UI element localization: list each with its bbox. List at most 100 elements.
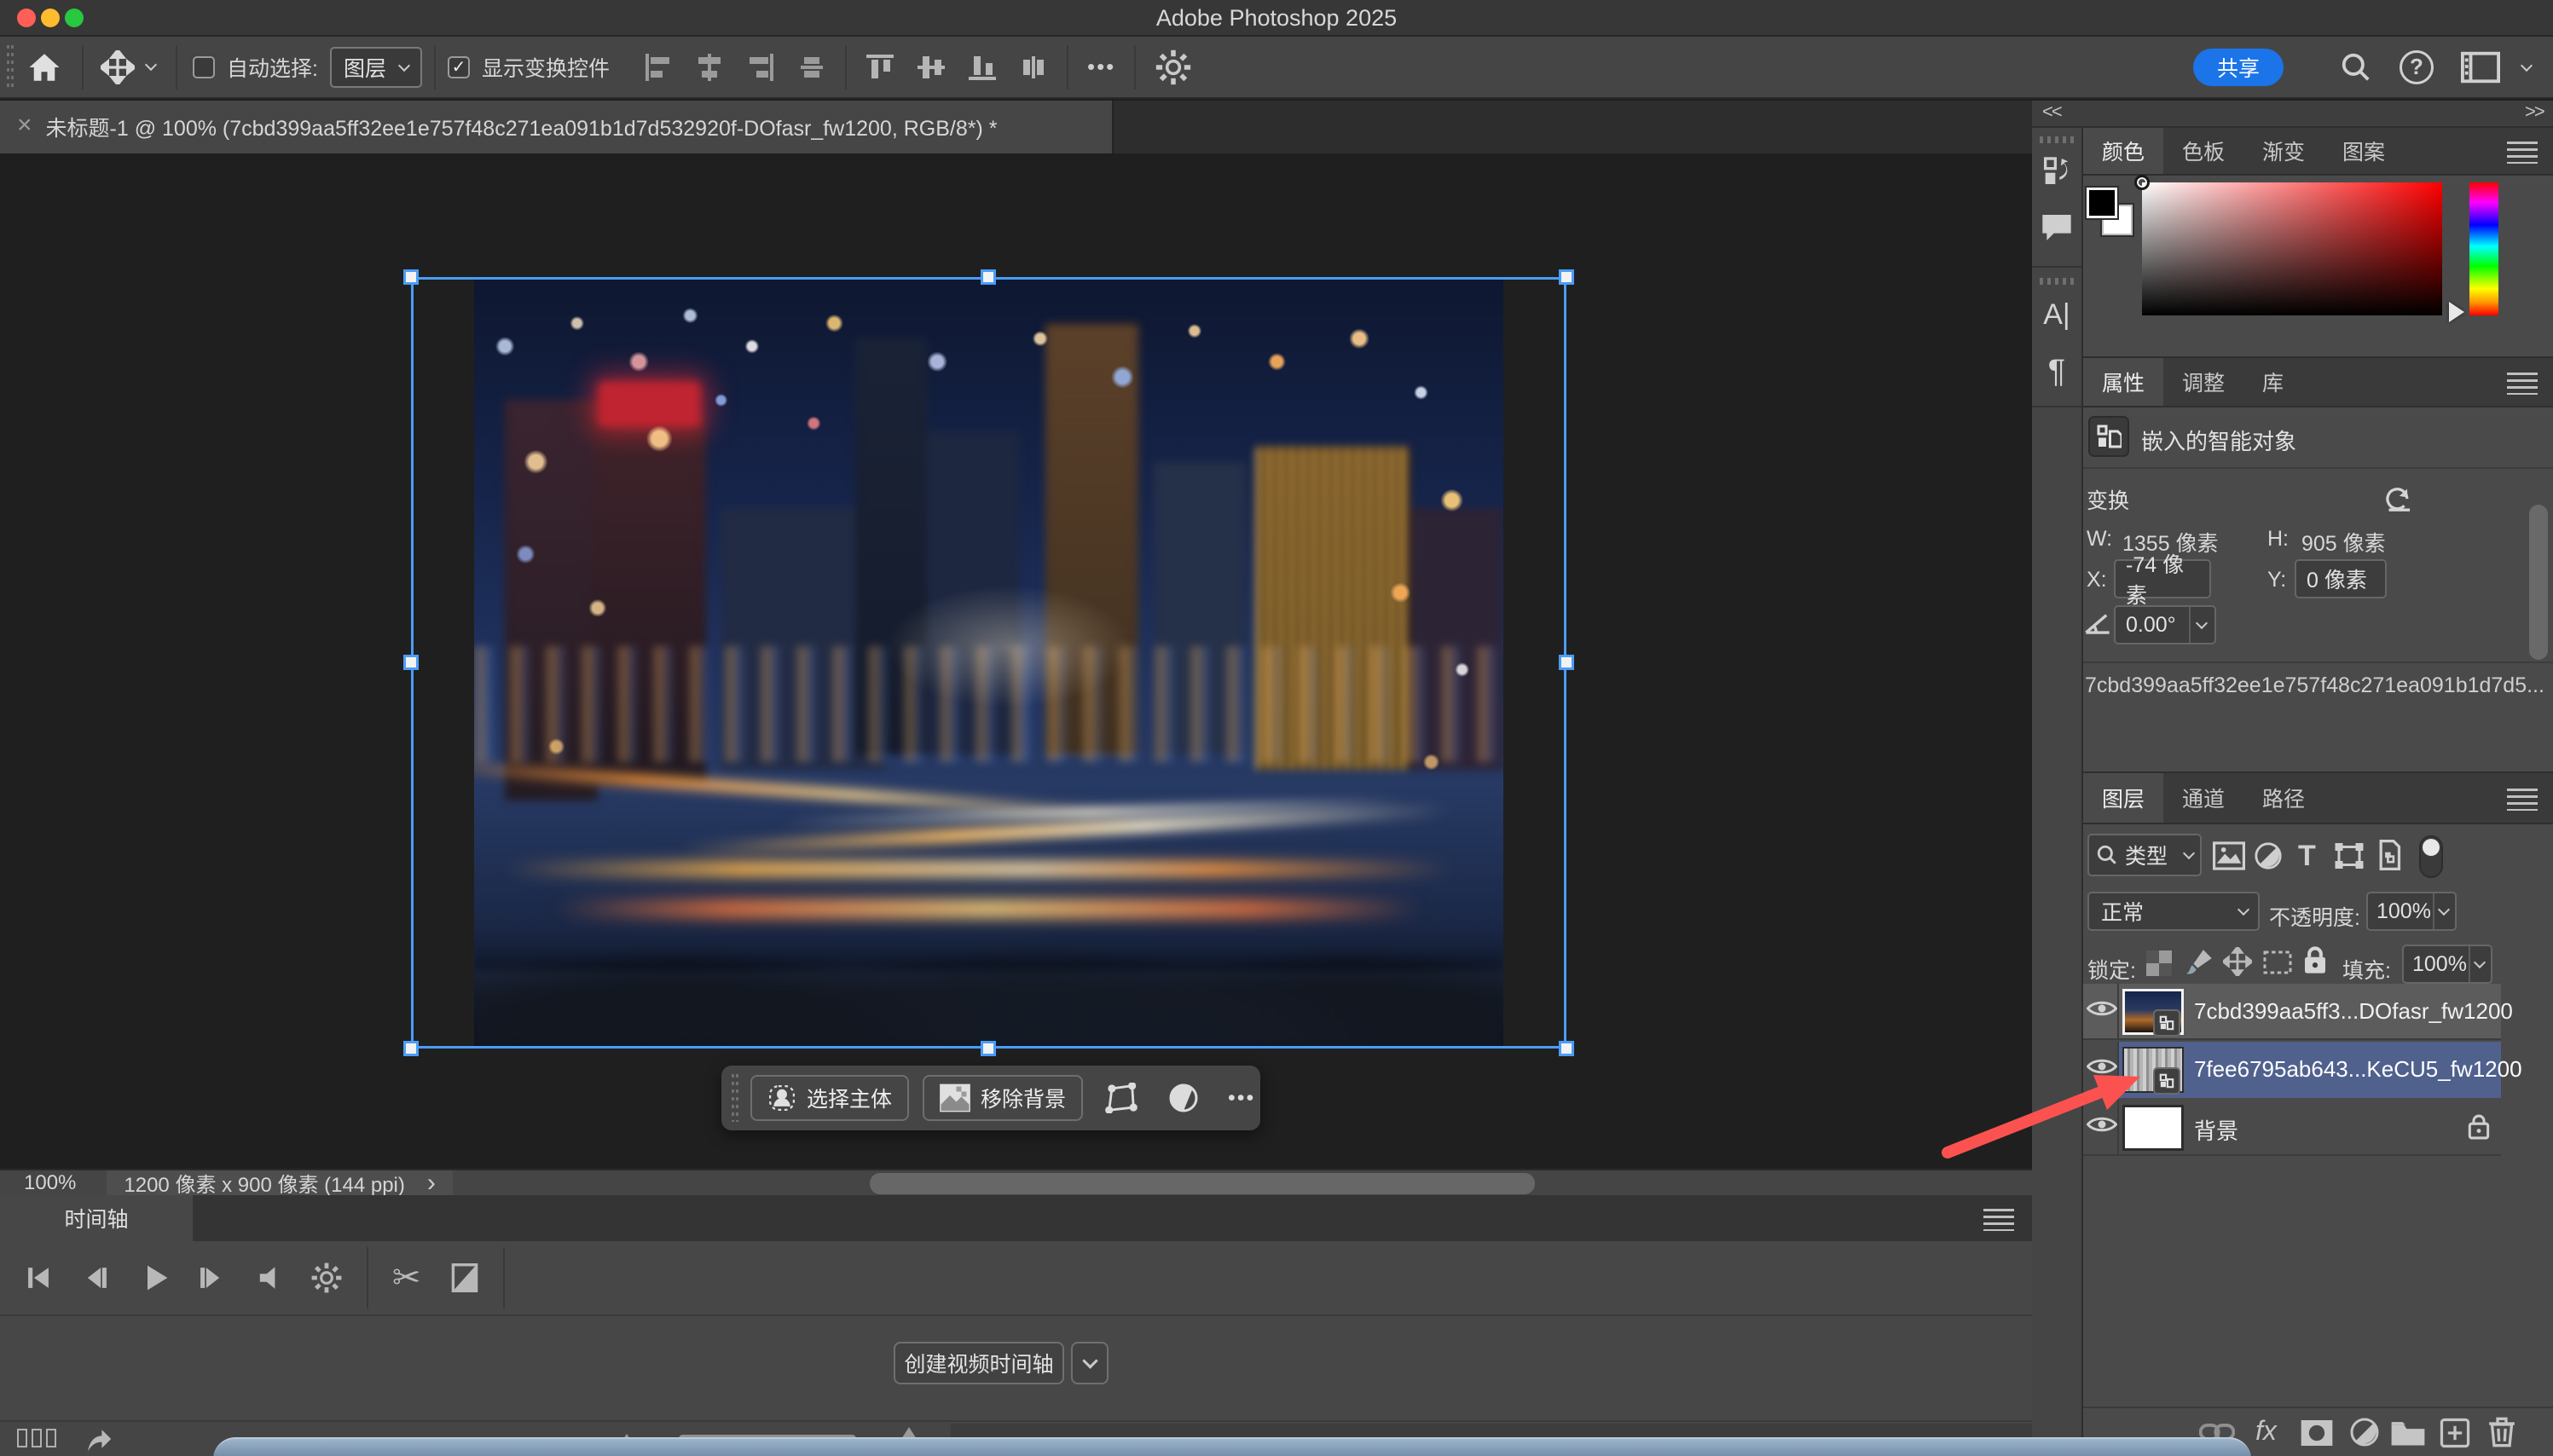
x-position-input[interactable]: -74 像素	[2114, 559, 2211, 598]
tab-swatches[interactable]: 色板	[2163, 128, 2243, 174]
new-layer-icon[interactable]	[2440, 1418, 2470, 1448]
add-adjustment-layer-icon[interactable]	[2349, 1417, 2380, 1447]
rotation-angle-input[interactable]: 0.00°	[2114, 605, 2216, 644]
background-lock-icon[interactable]	[2467, 1113, 2491, 1141]
lock-transparency-icon[interactable]	[2146, 950, 2172, 976]
layers-panel-menu-icon[interactable]	[2507, 789, 2538, 811]
move-tool-preset-chevron[interactable]	[145, 58, 157, 70]
layer-row[interactable]: 7cbd399aa5ff3...DOfasr_fw1200	[2083, 984, 2501, 1040]
tab-adjustments[interactable]: 调整	[2163, 358, 2243, 406]
y-position-input[interactable]: 0 像素	[2295, 559, 2387, 598]
canvas-horizontal-scrollbar[interactable]	[870, 1173, 1535, 1194]
filter-smart-objects-icon[interactable]	[2375, 840, 2404, 870]
color-panel-menu-icon[interactable]	[2507, 142, 2538, 164]
tab-layers[interactable]: 图层	[2083, 773, 2163, 823]
play-icon[interactable]	[140, 1262, 171, 1293]
visibility-eye-icon[interactable]	[2087, 997, 2117, 1020]
transform-bounding-box[interactable]	[411, 277, 1566, 1049]
timeline-tab[interactable]: 时间轴	[0, 1195, 193, 1241]
canvas-area[interactable]: 选择主体 移除背景 •••	[0, 153, 2032, 1169]
frames-view-icon[interactable]	[17, 1429, 56, 1447]
filter-type-layers-icon[interactable]: T	[2298, 840, 2316, 873]
adjustment-half-circle-icon[interactable]	[1168, 1083, 1199, 1113]
share-button[interactable]: 共享	[2193, 49, 2284, 86]
first-frame-icon[interactable]	[24, 1263, 53, 1292]
collapse-panels-left-icon[interactable]: <<	[2042, 101, 2061, 123]
auto-select-checkbox[interactable]	[193, 56, 215, 78]
taskbar-more-icon[interactable]: •••	[1228, 1086, 1255, 1111]
workspace-switcher-icon[interactable]	[2461, 51, 2500, 84]
options-bar-grip[interactable]	[7, 45, 14, 90]
fill-dropdown[interactable]: 100%	[2402, 945, 2492, 984]
help-icon[interactable]: ?	[2400, 50, 2434, 84]
timeline-settings-gear-icon[interactable]	[310, 1262, 343, 1294]
move-tool-button[interactable]	[90, 42, 145, 93]
filter-shape-layers-icon[interactable]	[2334, 841, 2365, 870]
align-center-horizontal-icon[interactable]	[695, 54, 724, 81]
doc-dimensions-box[interactable]: 1200 像素 x 900 像素 (144 ppi) ›	[107, 1170, 453, 1195]
transition-icon[interactable]	[450, 1262, 479, 1294]
timeline-menu-icon[interactable]	[1983, 1209, 2014, 1231]
properties-scrollbar[interactable]	[2529, 505, 2548, 660]
layer-thumbnail[interactable]	[2122, 1105, 2184, 1151]
tab-color[interactable]: 颜色	[2083, 128, 2163, 174]
angle-dropdown-chevron[interactable]	[2196, 617, 2208, 629]
tab-gradients[interactable]: 渐变	[2243, 128, 2324, 174]
add-layer-mask-icon[interactable]	[2300, 1418, 2334, 1447]
layer-row-background[interactable]: 背景	[2083, 1100, 2501, 1156]
create-video-timeline-dropdown[interactable]	[1071, 1342, 1109, 1384]
layer-filter-type-dropdown[interactable]: 类型	[2087, 834, 2202, 876]
version-history-panel-icon[interactable]	[2032, 143, 2081, 199]
transform-distort-icon[interactable]	[1105, 1083, 1138, 1113]
show-transform-checkbox[interactable]: ✓	[448, 56, 470, 78]
align-center-vertical-icon[interactable]	[917, 53, 946, 82]
foreground-color-swatch[interactable]	[2087, 188, 2117, 218]
dock-group2-grip[interactable]	[2040, 278, 2074, 285]
distribute-horizontal-icon[interactable]	[797, 54, 826, 81]
layer-row-active[interactable]: 7fee6795ab643...KeCU5_fw1200	[2083, 1042, 2501, 1098]
taskbar-grip[interactable]	[732, 1074, 738, 1122]
transform-handle-top-left[interactable]	[403, 269, 419, 285]
render-share-icon[interactable]	[82, 1424, 113, 1454]
character-panel-icon[interactable]: A|	[2032, 285, 2081, 344]
visibility-eye-icon[interactable]	[2087, 1113, 2117, 1135]
delete-layer-trash-icon[interactable]	[2487, 1416, 2516, 1448]
align-left-edges-icon[interactable]	[644, 54, 673, 81]
workspace-settings-gear-icon[interactable]	[1155, 49, 1192, 86]
tab-properties[interactable]: 属性	[2083, 358, 2163, 406]
collapse-panels-right-icon[interactable]: >>	[2525, 101, 2544, 123]
auto-select-dropdown[interactable]: 图层	[330, 47, 422, 88]
transform-handle-middle-left[interactable]	[403, 655, 419, 670]
visibility-eye-icon[interactable]	[2087, 1055, 2117, 1078]
opacity-dropdown[interactable]: 100%	[2366, 892, 2457, 931]
home-button[interactable]	[14, 42, 75, 93]
color-saturation-field[interactable]	[2142, 182, 2442, 315]
lock-position-icon[interactable]	[2223, 947, 2252, 976]
scissors-icon[interactable]: ✂	[392, 1258, 421, 1297]
status-chevron-icon[interactable]: ›	[427, 1169, 436, 1198]
transform-handle-bottom-right[interactable]	[1559, 1041, 1574, 1056]
lock-artboard-icon[interactable]	[2262, 949, 2293, 976]
workspace-chevron[interactable]	[2521, 59, 2533, 71]
comments-panel-icon[interactable]	[2032, 199, 2081, 256]
select-subject-button[interactable]: 选择主体	[750, 1075, 909, 1121]
filter-pixel-layers-icon[interactable]	[2213, 841, 2245, 870]
next-frame-icon[interactable]	[196, 1263, 225, 1292]
close-tab-icon[interactable]: ×	[17, 111, 32, 140]
previous-frame-icon[interactable]	[82, 1263, 111, 1292]
search-icon[interactable]	[2340, 51, 2372, 84]
transform-handle-bottom-center[interactable]	[981, 1041, 996, 1056]
transform-handle-bottom-left[interactable]	[403, 1041, 419, 1056]
hue-slider-arrow[interactable]	[2449, 302, 2464, 322]
zoom-level[interactable]: 100%	[24, 1171, 76, 1195]
filter-toggle-switch[interactable]	[2419, 835, 2443, 878]
color-picker-cursor[interactable]	[2134, 175, 2150, 190]
remove-background-button[interactable]: 移除背景	[923, 1075, 1083, 1121]
distribute-vertical-icon[interactable]	[1019, 53, 1048, 82]
tab-patterns[interactable]: 图案	[2324, 128, 2404, 174]
layer-style-fx-icon[interactable]: fx	[2255, 1415, 2277, 1447]
audio-mute-icon[interactable]	[256, 1264, 283, 1291]
reset-transform-icon[interactable]	[2383, 479, 2414, 511]
document-tab[interactable]: × 未标题-1 @ 100% (7cbd399aa5ff32ee1e757f48…	[0, 101, 1114, 153]
filter-adjustment-layers-icon[interactable]	[2254, 841, 2283, 870]
